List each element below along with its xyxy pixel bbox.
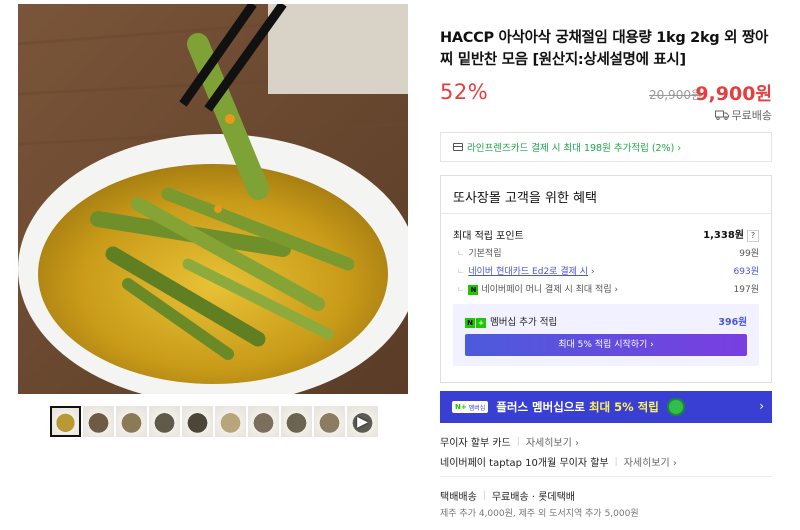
thumbnail-image: [117, 407, 146, 436]
thumbnail-4[interactable]: [149, 406, 180, 437]
thumbnail-9[interactable]: [314, 406, 345, 437]
sale-price: 9,900원: [695, 80, 772, 106]
point-row-value: 693원: [733, 267, 759, 277]
divider: |: [614, 456, 618, 467]
point-row-label-text[interactable]: 네이버페이 머니 결제 시 최대 적립: [481, 285, 611, 295]
membership-label: 멤버십 추가 적립: [490, 317, 558, 328]
thumbnail-image: [183, 407, 212, 436]
sale-price-value: 9,900: [695, 83, 756, 105]
naver-plus-icon: N +: [465, 318, 486, 328]
thumbnail-6[interactable]: [215, 406, 246, 437]
point-row-label[interactable]: 네이버 현대카드 Ed2로 결제 시 ›: [457, 264, 595, 277]
membership-value: 396원: [718, 317, 747, 328]
start-membership-button[interactable]: 최대 5% 적립 시작하기 ›: [465, 334, 747, 356]
chevron-right-icon: ›: [588, 267, 595, 277]
membership-row: N + 멤버십 추가 적립 396원: [465, 314, 747, 328]
naverpay-n-icon: N: [468, 285, 479, 295]
pickled-stems-photo: [18, 4, 408, 394]
point-row-value: 99원: [739, 249, 759, 259]
thumbnail-image: [282, 407, 311, 436]
thumbnail-image: [249, 407, 278, 436]
installment-detail-link[interactable]: 자세히보기 ›: [526, 434, 579, 449]
thumbnail-image: [52, 408, 79, 435]
chevron-right-icon: ›: [759, 399, 764, 413]
benefit-header: 또사장몰 고객을 위한 혜택: [441, 176, 771, 214]
naver-plus-badge: N+ 멤버십: [452, 401, 489, 413]
point-row-hyundai-card[interactable]: 네이버 현대카드 Ed2로 결제 시 › 693원: [457, 264, 759, 277]
benefit-box: 또사장몰 고객을 위한 혜택 최대 적립 포인트 1,338원? 기본적립 99…: [440, 175, 772, 383]
installment-row: 무이자 할부 카드 | 자세히보기 ›: [440, 434, 579, 450]
delivery-type: 택배배송: [440, 492, 477, 503]
delivery-row: 택배배송 | 무료배송 · 롯데택배: [440, 488, 575, 504]
play-icon: ▶: [357, 413, 368, 430]
thumbnail-7[interactable]: [248, 406, 279, 437]
divider: |: [516, 436, 520, 447]
card-promo-banner[interactable]: 라인프렌즈카드 결제 시 최대 198원 추가적립 (2%) ›: [440, 132, 772, 162]
free-shipping-label: 무료배송: [731, 109, 772, 122]
point-row-label[interactable]: N네이버페이 머니 결제 시 최대 적립 ›: [457, 282, 618, 295]
badge-text: 멤버십: [468, 404, 486, 412]
point-row-value: 197원: [733, 285, 759, 295]
point-row-npay-money[interactable]: N네이버페이 머니 결제 시 최대 적립 › 197원: [457, 282, 759, 295]
installment-label: 무이자 할부 카드: [440, 438, 511, 449]
thumbnail-5[interactable]: [182, 406, 213, 437]
plus-banner-text: 플러스 멤버십으로: [496, 400, 589, 414]
thumbnail-10[interactable]: ▶: [347, 406, 378, 437]
npay-installment-label: 네이버페이 taptap 10개월 무이자 할부: [440, 458, 609, 469]
thumbnail-8[interactable]: [281, 406, 312, 437]
free-shipping-badge: 무료배송: [714, 107, 772, 123]
delivery-info: 무료배송 · 롯데택배: [491, 492, 575, 503]
divider: |: [482, 490, 486, 501]
npay-installment-row: 네이버페이 taptap 10개월 무이자 할부 | 자세히보기 ›: [440, 454, 677, 470]
point-row-label-text[interactable]: 네이버 현대카드 Ed2로 결제 시: [468, 267, 588, 277]
membership-box: N + 멤버십 추가 적립 396원 최대 5% 적립 시작하기 ›: [453, 304, 759, 366]
coins-icon: [666, 398, 685, 416]
plus-membership-banner[interactable]: N+ 멤버십 플러스 멤버십으로 최대 5% 적립 ›: [440, 391, 772, 423]
thumbnail-strip: ▶: [50, 406, 378, 440]
plus-banner-highlight: 최대 5% 적립: [588, 400, 659, 414]
thumbnail-1[interactable]: [50, 406, 81, 437]
help-icon[interactable]: ?: [747, 230, 759, 242]
sale-price-unit: 원: [755, 84, 772, 105]
thumbnail-image: [150, 407, 179, 436]
discount-rate: 52%: [440, 80, 489, 104]
original-price: 20,900원: [648, 88, 702, 102]
plus-banner-message: 플러스 멤버십으로 최대 5% 적립: [496, 399, 659, 415]
max-point-label: 최대 적립 포인트: [453, 230, 524, 242]
thumbnail-image: [216, 407, 245, 436]
thumbnail-2[interactable]: [83, 406, 114, 437]
product-title: HACCP 아삭아삭 궁채절임 대용량 1kg 2kg 외 짱아찌 밑반찬 모음…: [440, 30, 768, 68]
product-main-image[interactable]: [18, 4, 408, 394]
thumbnail-3[interactable]: [116, 406, 147, 437]
point-row-label-text: 기본적립: [468, 249, 502, 259]
section-divider: [440, 476, 772, 477]
credit-card-icon: [453, 143, 463, 151]
point-row-label: 기본적립: [457, 246, 502, 259]
point-row-basic: 기본적립 99원: [457, 246, 759, 259]
card-promo-text: 라인프렌즈카드 결제 시 최대 198원 추가적립 (2%) ›: [467, 143, 682, 154]
max-point-value: 1,338원: [703, 230, 744, 241]
npay-installment-detail-link[interactable]: 자세히보기 ›: [624, 454, 677, 469]
thumbnail-image: [84, 407, 113, 436]
delivery-extra-fee: 제주 추가 4,000원, 제주 외 도서지역 추가 5,000원: [440, 509, 639, 519]
thumbnail-image: [315, 407, 344, 436]
chevron-right-icon: ›: [611, 285, 619, 295]
max-point-row: 최대 적립 포인트 1,338원?: [453, 226, 759, 242]
truck-icon: [714, 110, 729, 120]
